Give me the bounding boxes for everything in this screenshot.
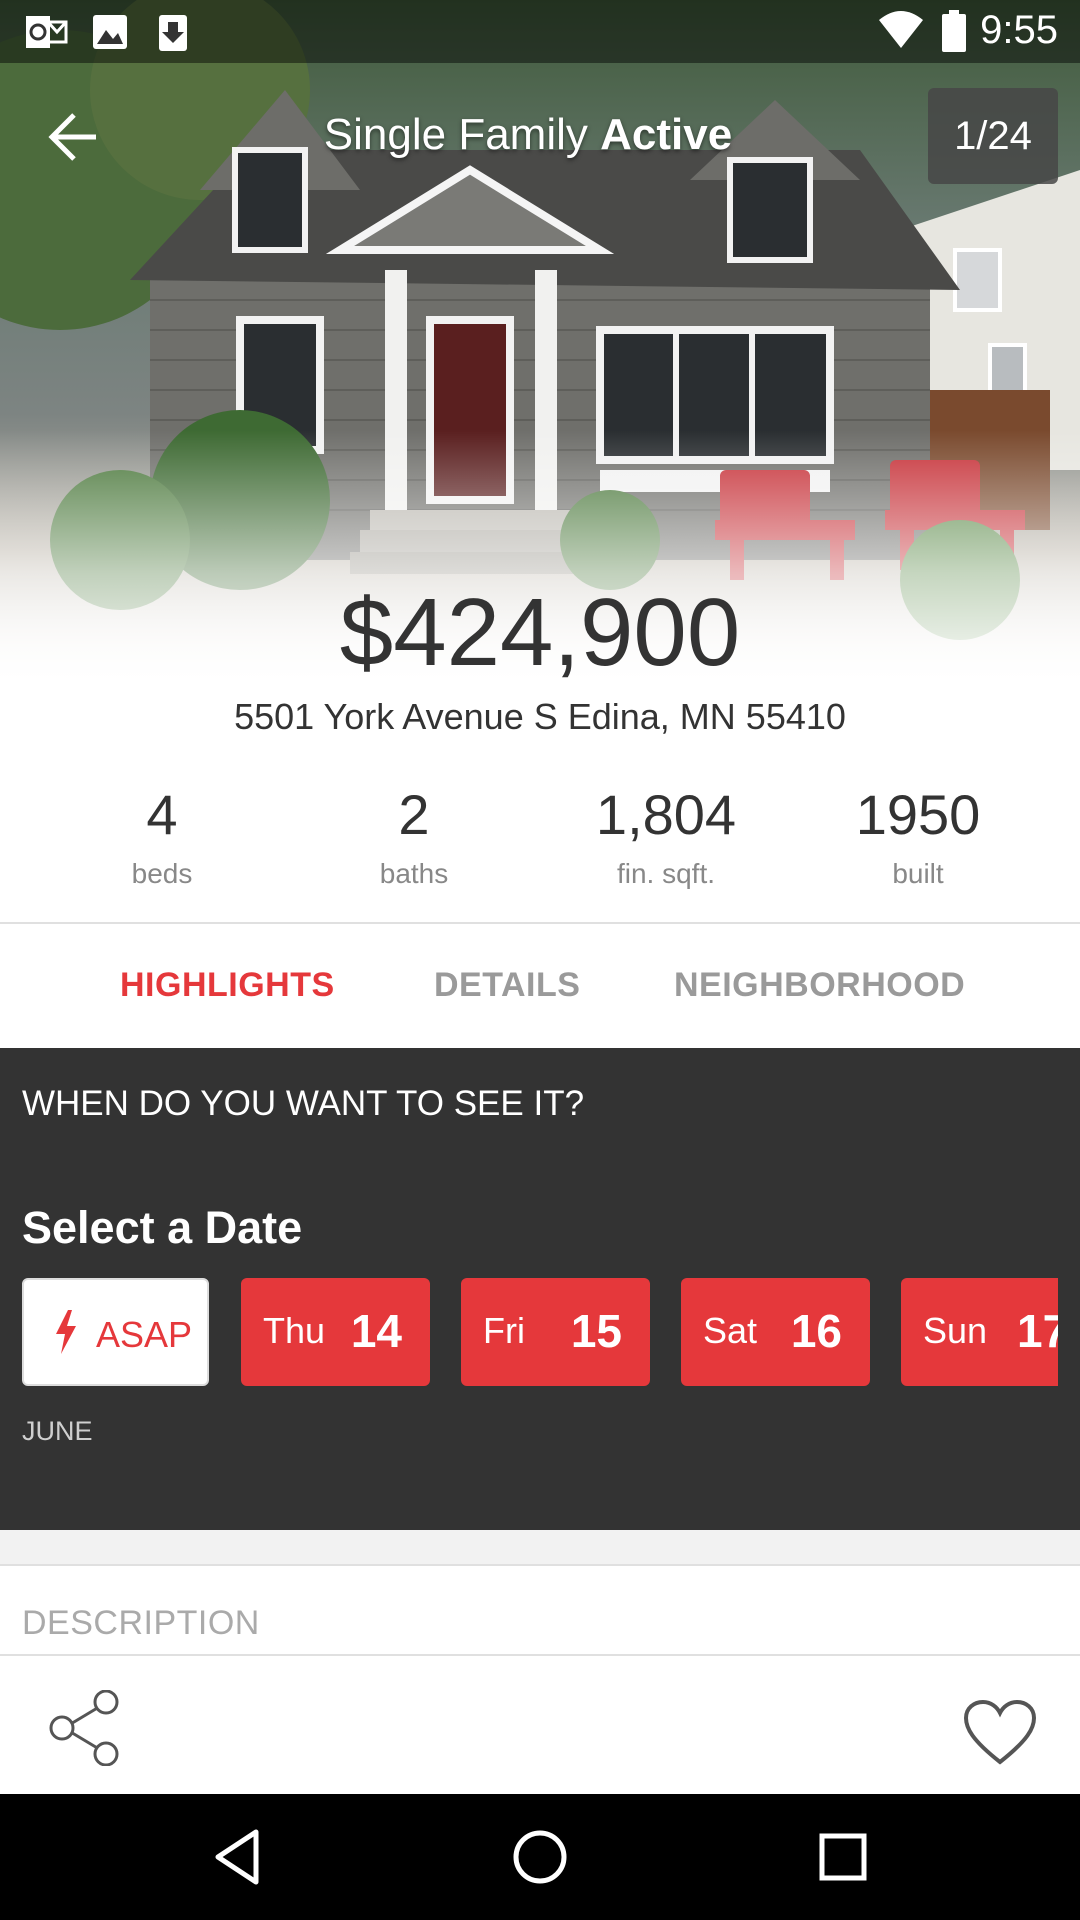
- stat-beds: 4 beds: [52, 780, 272, 890]
- schedule-panel: WHEN DO YOU WANT TO SEE IT? Select a Dat…: [0, 1048, 1080, 1530]
- stat-label: beds: [131, 858, 193, 889]
- property-type: Single Family: [323, 110, 588, 159]
- stat-value: 1950: [855, 783, 981, 846]
- stats-divider: [0, 922, 1080, 924]
- section-separator: [0, 1530, 1080, 1566]
- date-dow: Sat: [703, 1310, 758, 1351]
- date-dow: Thu: [263, 1310, 326, 1351]
- download-icon: [159, 15, 187, 51]
- date-dow: Fri: [483, 1310, 525, 1351]
- heart-icon[interactable]: [962, 1698, 1038, 1768]
- lightning-icon: [56, 1310, 76, 1354]
- tab-highlights[interactable]: HIGHLIGHTS: [120, 966, 335, 1005]
- battery-icon: [942, 10, 966, 52]
- status-time: 9:55: [980, 8, 1058, 52]
- select-date-heading: Select a Date: [22, 1202, 303, 1253]
- image-icon: [93, 15, 127, 49]
- date-day: 15: [570, 1305, 622, 1357]
- status-bar: 9:55: [0, 0, 1080, 63]
- date-button-sat-16[interactable]: Sat 16: [681, 1278, 870, 1386]
- share-icon[interactable]: [44, 1690, 124, 1766]
- listing-price: $424,900: [339, 579, 741, 686]
- stat-value: 2: [398, 783, 430, 846]
- listing-title: Single Family Active: [0, 110, 1056, 160]
- month-label: JUNE: [22, 1416, 93, 1446]
- stat-sqft: 1,804 fin. sqft.: [556, 780, 776, 890]
- photo-counter[interactable]: 1/24: [928, 88, 1058, 184]
- date-button-thu-14[interactable]: Thu 14: [241, 1278, 430, 1386]
- date-button-fri-15[interactable]: Fri 15: [461, 1278, 650, 1386]
- tab-neighborhood[interactable]: NEIGHBORHOOD: [674, 966, 965, 1005]
- bottom-action-bar: [0, 1654, 1080, 1796]
- schedule-question: WHEN DO YOU WANT TO SEE IT?: [22, 1084, 585, 1123]
- back-triangle-icon[interactable]: [206, 1824, 272, 1890]
- date-day: 14: [350, 1305, 402, 1357]
- stat-label: baths: [379, 858, 449, 889]
- system-nav-bar: [0, 1794, 1080, 1920]
- stat-built: 1950 built: [808, 780, 1028, 890]
- stat-baths: 2 baths: [304, 780, 524, 890]
- home-circle-icon[interactable]: [507, 1824, 573, 1890]
- asap-label: ASAP: [96, 1314, 193, 1355]
- stat-label: built: [892, 858, 944, 889]
- date-strip[interactable]: ASAP Thu 14 Fri 15 Sat 16 Sun 17: [0, 1278, 1058, 1388]
- outlook-icon: [26, 16, 68, 48]
- stat-label: fin. sqft.: [616, 858, 716, 889]
- date-dow: Sun: [923, 1310, 988, 1351]
- asap-button[interactable]: ASAP: [22, 1278, 209, 1386]
- description-header[interactable]: DESCRIPTION: [22, 1604, 260, 1643]
- date-day: 17: [1017, 1305, 1058, 1357]
- recents-square-icon[interactable]: [810, 1824, 876, 1890]
- wifi-icon: [879, 11, 923, 48]
- tab-details[interactable]: DETAILS: [434, 966, 580, 1005]
- stat-value: 1,804: [595, 783, 737, 846]
- date-day: 16: [790, 1305, 842, 1357]
- stat-value: 4: [146, 783, 178, 846]
- listing-status: Active: [600, 110, 733, 159]
- date-button-sun-17[interactable]: Sun 17: [901, 1278, 1058, 1386]
- listing-address: 5501 York Avenue S Edina, MN 55410: [234, 696, 846, 737]
